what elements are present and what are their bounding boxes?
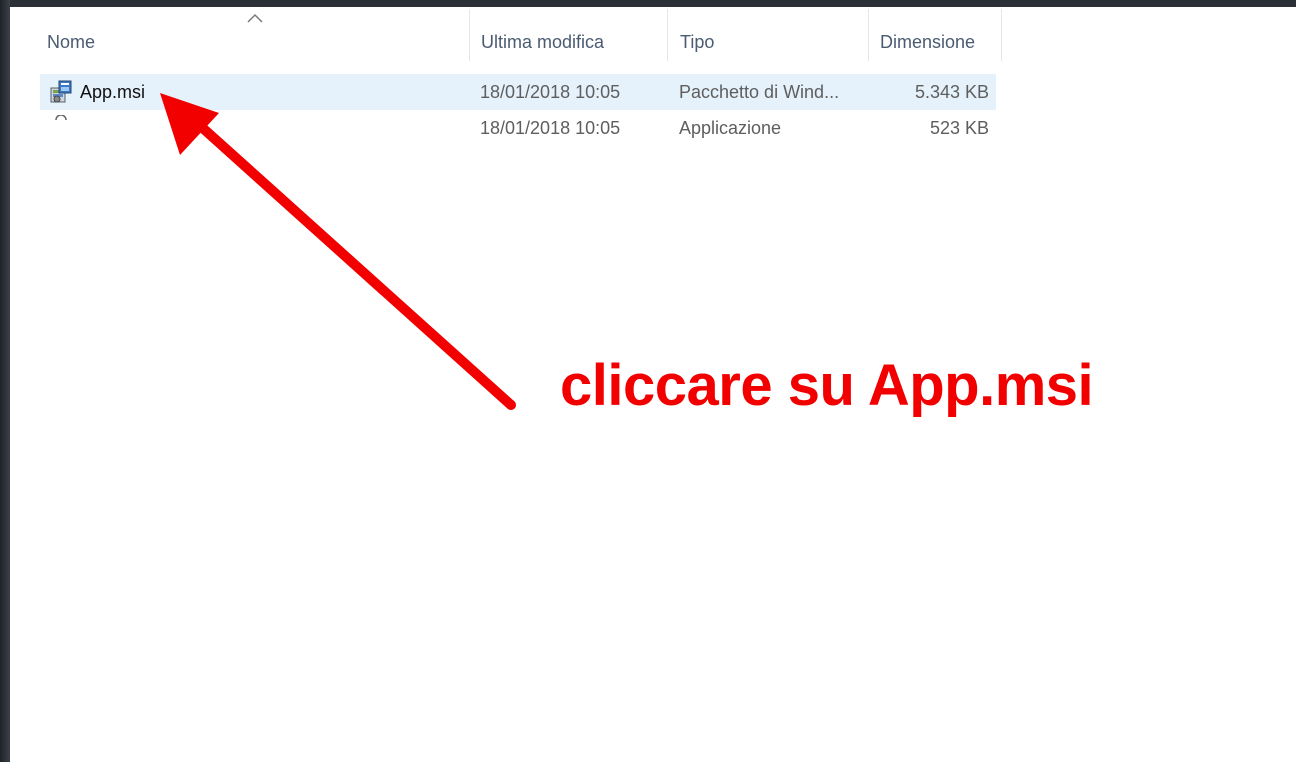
file-size: 5.343 KB (914, 82, 989, 102)
column-separator[interactable] (469, 9, 470, 61)
application-icon (55, 115, 67, 121)
window-left-border (0, 0, 10, 762)
column-header-type[interactable]: Tipo (680, 28, 714, 56)
file-modified: 18/01/2018 10:05 (480, 118, 621, 138)
sort-ascending-icon (247, 13, 263, 23)
column-header-name[interactable]: Nome (47, 28, 95, 56)
column-separator[interactable] (667, 9, 668, 61)
column-separator[interactable] (1001, 9, 1002, 61)
file-row[interactable]: App.msi 18/01/2018 10:05 Pacchetto di Wi… (40, 74, 996, 110)
file-size: 523 KB (929, 118, 989, 138)
annotation-instruction: cliccare su App.msi (560, 353, 1094, 418)
column-header-size[interactable]: Dimensione (880, 28, 975, 56)
file-name-cell[interactable]: App.msi (48, 74, 145, 110)
file-name-cell[interactable] (48, 110, 80, 146)
column-header-modified[interactable]: Ultima modifica (481, 28, 604, 56)
file-row[interactable]: 18/01/2018 10:05 Applicazione 523 KB (40, 110, 996, 146)
column-separator[interactable] (868, 9, 869, 61)
file-modified: 18/01/2018 10:05 (480, 82, 621, 102)
file-name: App.msi (80, 82, 146, 102)
file-type: Applicazione (679, 118, 782, 138)
msi-installer-icon (50, 80, 72, 103)
file-type: Pacchetto di Wind... (679, 82, 840, 102)
window-top-border (0, 0, 1296, 7)
